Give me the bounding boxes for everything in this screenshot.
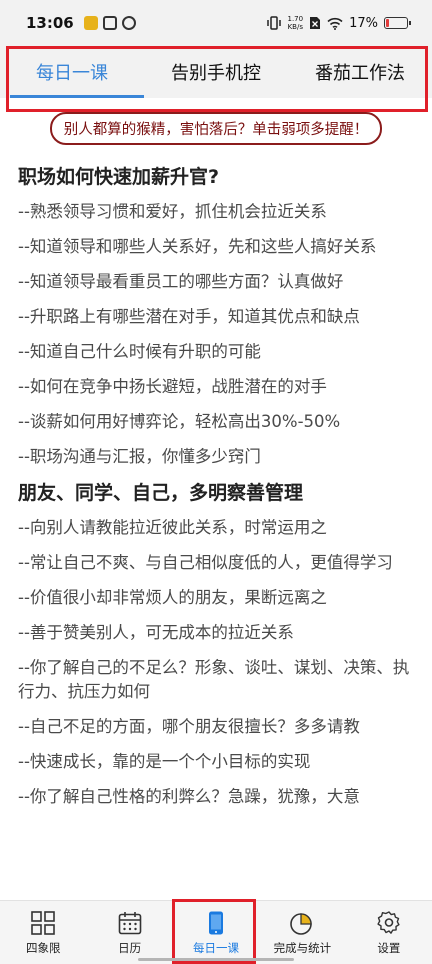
list-item: --快速成长，靠的是一个个小目标的实现 [18, 752, 311, 771]
calendar-icon [118, 912, 141, 935]
app-notification-icon [83, 16, 98, 30]
list-item: --善于赞美别人，可无成本的拉近关系 [18, 623, 294, 642]
status-bar: 13:06 1.70 KB/s 17% [0, 0, 432, 46]
tab-quit-phone[interactable]: 告别手机控 [144, 46, 288, 98]
list-item: --熟悉领导习惯和爱好，抓住机会拉近关系 [18, 202, 327, 221]
app-notification-icon [121, 16, 136, 30]
list-item: --向别人请教能拉近彼此关系，时常运用之 [18, 518, 327, 537]
status-time: 13:06 [26, 14, 74, 32]
phone-icon [209, 911, 224, 935]
list-item: --自己不足的方面，哪个朋友很擅长？多多请教 [18, 717, 360, 736]
list-item: --知道领导最看重员工的哪些方面？认真做好 [18, 272, 344, 291]
list-item: --职场沟通与汇报，你懂多少窍门 [18, 447, 261, 466]
notification-icons [83, 16, 136, 30]
battery-icon [384, 17, 411, 29]
battery-level [386, 19, 389, 27]
home-indicator [138, 958, 294, 961]
tab-pomodoro[interactable]: 番茄工作法 [288, 46, 432, 98]
battery-percent: 17% [349, 15, 378, 31]
top-tab-bar: 每日一课 告别手机控 番茄工作法 [0, 46, 432, 98]
nav-label: 完成与统计 [273, 941, 332, 955]
nav-four-quadrants[interactable]: 四象限 [0, 901, 86, 964]
nav-label: 日历 [118, 941, 142, 955]
list-item: --价值很小却非常烦人的朋友，果断远离之 [18, 588, 327, 607]
nav-stats[interactable]: 完成与统计 [259, 901, 345, 964]
nav-daily-lesson[interactable]: 每日一课 [173, 901, 259, 964]
section-title: 职场如何快速加薪升官? [18, 166, 220, 188]
wifi-icon [327, 17, 343, 30]
lesson-section: 职场如何快速加薪升官? --熟悉领导习惯和爱好，抓住机会拉近关系 --知道领导和… [18, 164, 416, 469]
grid-icon [31, 911, 56, 935]
list-item: --谈薪如何用好博弈论，轻松高出30%-50% [18, 412, 341, 431]
list-item: --你了解自己性格的利弊么？急躁，犹豫，大意 [18, 787, 360, 806]
nav-calendar[interactable]: 日历 [86, 901, 172, 964]
gear-icon [377, 911, 400, 934]
net-speed: 1.70 KB/s [287, 15, 304, 31]
weakness-reminder-button[interactable]: 别人都算的猴精，害怕落后？单击弱项多提醒！ [49, 112, 383, 145]
no-sim-icon [310, 17, 321, 29]
lesson-section: 朋友、同学、自己，多明察善管理 --向别人请教能拉近彼此关系，时常运用之 --常… [18, 480, 416, 809]
vibrate-icon [266, 16, 281, 30]
bottom-nav: 四象限 日历 每日一课 完成与统计 设置 [0, 900, 432, 964]
lesson-content[interactable]: 职场如何快速加薪升官? --熟悉领导习惯和爱好，抓住机会拉近关系 --知道领导和… [18, 160, 416, 900]
warning-row: 别人都算的猴精，害怕落后？单击弱项多提醒！ [0, 112, 432, 145]
list-item: --知道自己什么时候有升职的可能 [18, 342, 261, 361]
nav-settings[interactable]: 设置 [346, 901, 432, 964]
list-item: --常让自己不爽、与自己相似度低的人，更值得学习 [18, 553, 393, 572]
list-item: --如何在竞争中扬长避短，战胜潜在的对手 [18, 377, 327, 396]
list-item: --升职路上有哪些潜在对手，知道其优点和缺点 [18, 307, 360, 326]
nav-label: 四象限 [25, 941, 61, 955]
nav-label: 每日一课 [193, 941, 240, 955]
status-right: 1.70 KB/s 17% [266, 15, 411, 31]
nav-label: 设置 [377, 941, 401, 955]
tab-daily-lesson[interactable]: 每日一课 [0, 46, 144, 98]
section-title: 朋友、同学、自己，多明察善管理 [18, 482, 304, 504]
pie-chart-icon [290, 913, 313, 935]
app-notification-icon [102, 16, 117, 30]
list-item: --你了解自己的不足么？形象、谈吐、谋划、决策、执行力、抗压力如何 [18, 658, 410, 701]
list-item: --知道领导和哪些人关系好，先和这些人搞好关系 [18, 237, 377, 256]
